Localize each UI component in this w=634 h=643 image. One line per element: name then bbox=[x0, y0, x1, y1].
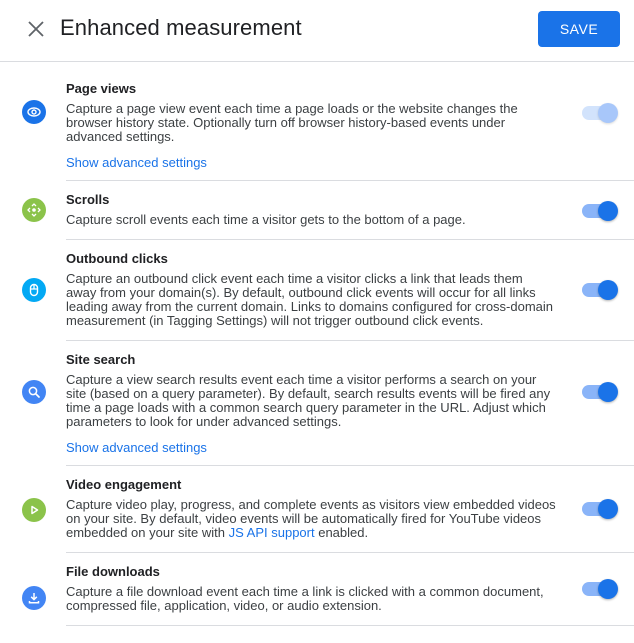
mouse-icon bbox=[22, 278, 46, 302]
download-icon bbox=[22, 586, 46, 610]
setting-title: Video engagement bbox=[66, 477, 182, 492]
setting-title: Page views bbox=[66, 81, 137, 96]
site-search-toggle[interactable] bbox=[582, 382, 618, 402]
toggle-thumb bbox=[598, 280, 618, 300]
toggle-thumb bbox=[598, 579, 618, 599]
close-icon bbox=[28, 21, 44, 37]
setting-description: Capture a view search results event each… bbox=[66, 372, 551, 429]
show-advanced-settings-link[interactable]: Show advanced settings bbox=[66, 155, 207, 170]
setting-title: Outbound clicks bbox=[66, 251, 168, 266]
show-advanced-settings-link[interactable]: Show advanced settings bbox=[66, 440, 207, 455]
setting-scrolls: Scrolls Capture scroll events each time … bbox=[22, 181, 634, 240]
description-text: enabled. bbox=[314, 525, 369, 540]
toggle-thumb bbox=[598, 382, 618, 402]
setting-title: File downloads bbox=[66, 564, 160, 579]
setting-site-search: Site search Capture a view search result… bbox=[22, 341, 634, 466]
scrolls-toggle[interactable] bbox=[582, 201, 618, 221]
setting-file-downloads: File downloads Capture a file download e… bbox=[22, 553, 634, 626]
scroll-arrows-icon bbox=[22, 198, 46, 222]
setting-description: Capture an outbound click event each tim… bbox=[66, 271, 554, 328]
page-views-toggle[interactable] bbox=[582, 103, 618, 123]
save-button[interactable]: SAVE bbox=[538, 11, 620, 47]
dialog-header: Enhanced measurement SAVE bbox=[0, 0, 634, 62]
setting-description: Capture a file download event each time … bbox=[66, 584, 544, 613]
js-api-support-link[interactable]: JS API support bbox=[229, 525, 315, 540]
toggle-thumb bbox=[598, 103, 618, 123]
setting-outbound-clicks: Outbound clicks Capture an outbound clic… bbox=[22, 240, 634, 341]
setting-video-engagement: Video engagement Capture video play, pro… bbox=[22, 466, 634, 553]
setting-description: Capture video play, progress, and comple… bbox=[66, 498, 556, 540]
setting-page-views: Page views Capture a page view event eac… bbox=[22, 62, 634, 181]
setting-description: Capture scroll events each time a visito… bbox=[66, 212, 466, 227]
settings-list: Page views Capture a page view event eac… bbox=[0, 62, 634, 626]
setting-title: Scrolls bbox=[66, 192, 110, 207]
play-icon bbox=[22, 498, 46, 522]
video-engagement-toggle[interactable] bbox=[582, 499, 618, 519]
page-title: Enhanced measurement bbox=[60, 15, 302, 40]
eye-icon bbox=[22, 100, 46, 124]
file-downloads-toggle[interactable] bbox=[582, 579, 618, 599]
setting-description: Capture a page view event each time a pa… bbox=[66, 101, 518, 144]
search-icon bbox=[22, 380, 46, 404]
close-button[interactable] bbox=[26, 19, 46, 39]
outbound-clicks-toggle[interactable] bbox=[582, 280, 618, 300]
toggle-thumb bbox=[598, 201, 618, 221]
toggle-thumb bbox=[598, 499, 618, 519]
setting-title: Site search bbox=[66, 352, 136, 367]
